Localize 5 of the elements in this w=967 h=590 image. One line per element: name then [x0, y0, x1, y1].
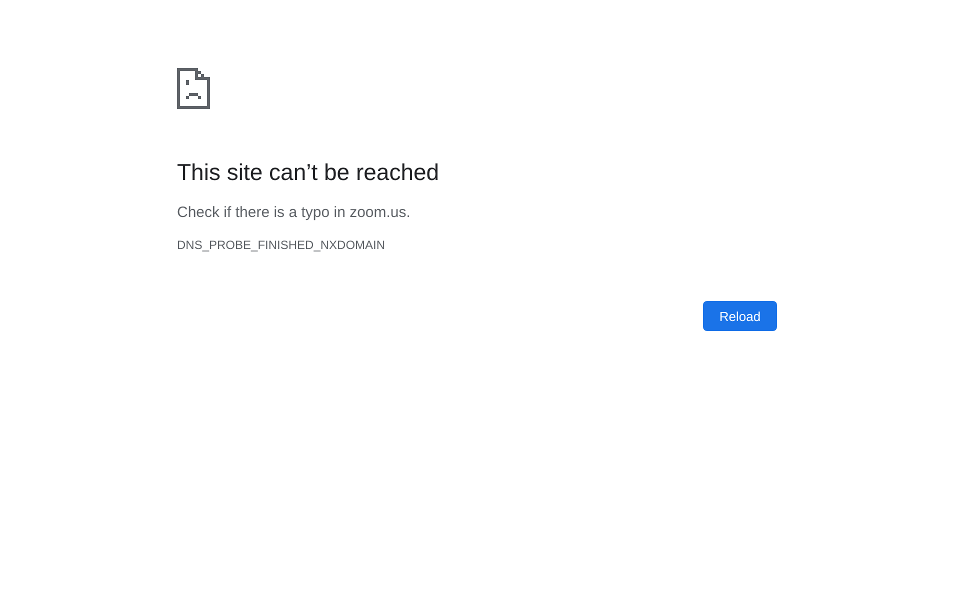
error-message: Check if there is a typo in zoom.us.	[177, 203, 410, 223]
reload-button[interactable]: Reload	[703, 301, 777, 331]
error-heading: This site can’t be reached	[177, 158, 440, 187]
error-code: DNS_PROBE_FINISHED_NXDOMAIN	[177, 237, 386, 253]
sad-document-icon	[177, 68, 210, 109]
